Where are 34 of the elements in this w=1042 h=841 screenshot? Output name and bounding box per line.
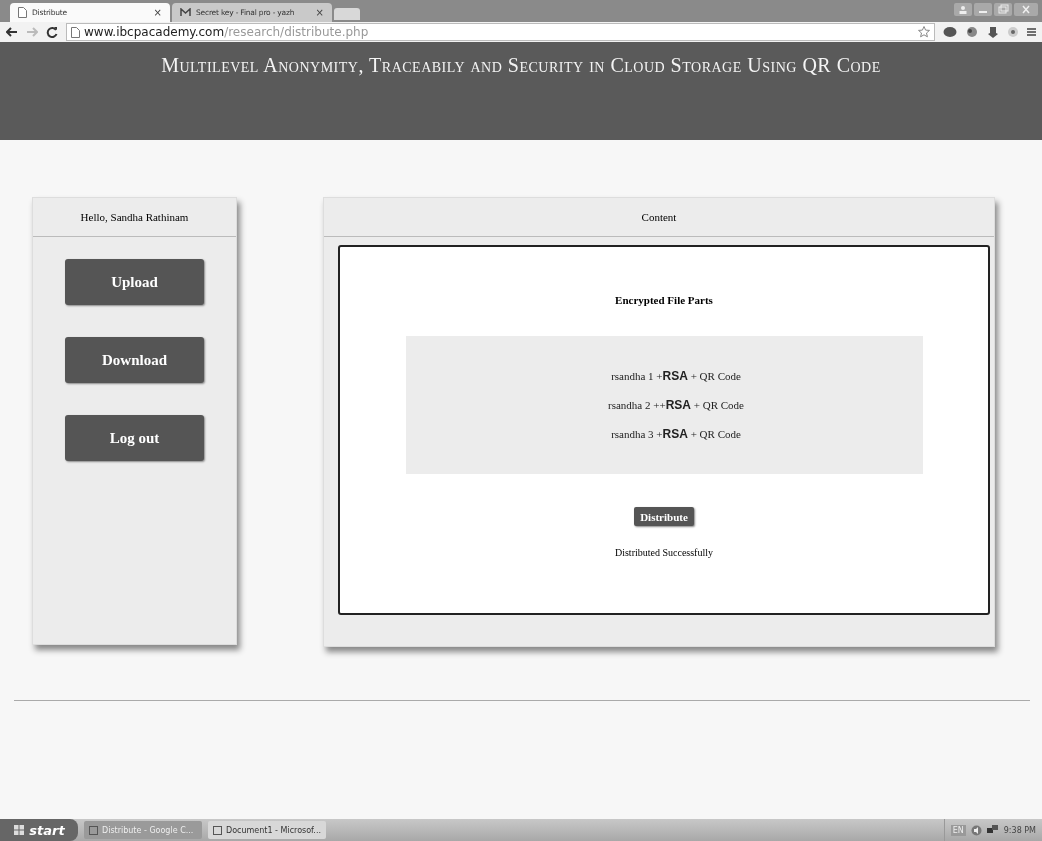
extension-icon[interactable] — [1007, 26, 1019, 38]
status-message: Distributed Successfully — [614, 547, 713, 558]
speaker-icon[interactable] — [970, 824, 982, 836]
windows-logo-icon — [13, 824, 26, 836]
greeting: Hello, Sandha Rathinam — [33, 198, 236, 237]
reload-icon[interactable] — [46, 26, 58, 38]
page-icon — [18, 7, 27, 18]
mail-icon — [180, 8, 191, 17]
menu-button[interactable]: Log out — [65, 415, 204, 461]
menu-button[interactable]: Download — [65, 337, 204, 383]
close-tab-button[interactable]: × — [153, 7, 162, 18]
section-title: Encrypted File Parts — [615, 294, 713, 306]
panel-title: Content — [324, 198, 994, 237]
menu-button[interactable]: Upload — [65, 259, 204, 305]
address-field[interactable]: www.ibcpacademy.com/research/distribute.php — [66, 23, 935, 41]
back-icon[interactable] — [6, 27, 18, 37]
extension-icon[interactable] — [965, 26, 979, 38]
extension-icon[interactable] — [943, 26, 957, 38]
star-icon[interactable] — [918, 26, 930, 38]
start-button[interactable]: start — [0, 819, 78, 841]
clock: 9:38 PM — [1003, 825, 1036, 835]
app-icon — [89, 825, 98, 835]
file-part: rsandha 1 +RSA + QR Code — [611, 369, 741, 383]
page-icon — [71, 26, 80, 38]
close-tab-button[interactable]: × — [315, 7, 324, 18]
taskbar-button[interactable]: Document1 - Microsof... — [208, 821, 326, 839]
extension-icon[interactable] — [987, 26, 999, 38]
network-icon[interactable] — [986, 824, 999, 836]
file-part: rsandha 2 ++RSA + QR Code — [608, 398, 744, 412]
app-icon — [213, 825, 222, 835]
menu-icon[interactable] — [1027, 27, 1036, 37]
file-part: rsandha 3 +RSA + QR Code — [611, 427, 741, 441]
distribute-button[interactable]: Distribute — [634, 507, 694, 526]
site-title: Multilevel Anonymity, Traceabily and Security in Cloud Storage Using QR Code — [160, 53, 882, 77]
